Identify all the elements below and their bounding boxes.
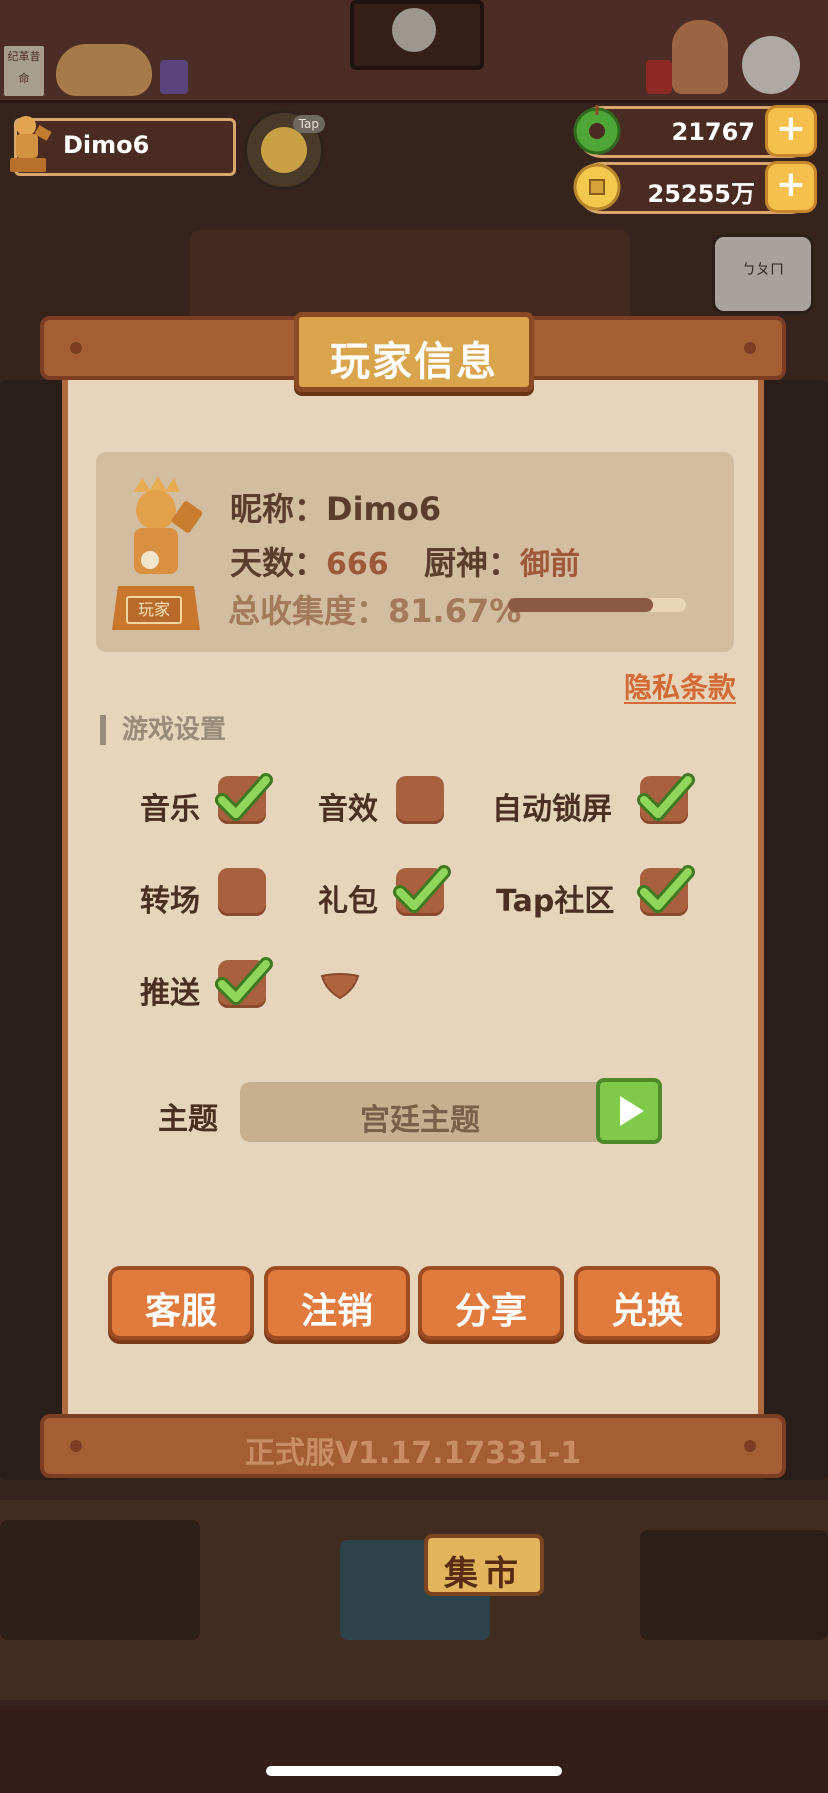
plus-icon: + [775,164,807,205]
coin-amount: 25255万 [647,180,756,208]
collection-row: 总收集度：81.67% [228,586,521,632]
play-arrow-icon [620,1096,644,1126]
collection-label: 总收集度： [228,592,389,630]
add-coin-button[interactable]: + [765,161,817,213]
jade-currency-bar: 21767 + [573,105,817,158]
collection-value: 81.67% [388,592,522,630]
collection-progress-bar [508,598,686,612]
jade-amount: 21767 [671,118,756,146]
theme-selector[interactable]: 宫廷主题 [240,1082,600,1142]
trophy-plaque-text: 玩家 [137,600,170,619]
expand-chevron-down-icon[interactable] [318,970,362,1006]
plus-icon: + [775,108,807,149]
nail-icon [70,342,82,354]
nickname-value: Dimo6 [326,490,442,528]
chef-label: 厨神： [424,544,521,582]
avatar [261,127,307,173]
theme-next-button[interactable] [596,1078,662,1144]
setting-label: 转场 [140,884,200,919]
logout-button[interactable]: 注销 [264,1266,410,1340]
nickname-label: 昵称： [230,490,327,528]
chef-rank-row: 厨神：御前 [424,538,580,584]
setting-checkbox[interactable] [218,868,266,916]
version-label: 正式服V1.17.17331-1 [244,1436,582,1471]
trophy-plaque: 玩家 [126,596,182,624]
setting-label: 音乐 [140,792,200,827]
check-icon [637,865,695,913]
coin-currency-bar: 25255万 + [573,161,817,214]
gold-coin-icon [573,163,621,211]
setting-checkbox[interactable] [215,773,273,824]
chef-value: 御前 [520,547,581,582]
redeem-label: 兑换 [610,1291,683,1332]
market-sign-label: 集市 [444,1554,524,1594]
check-icon [393,865,451,913]
setting-checkbox[interactable] [396,776,444,824]
check-icon [637,773,695,821]
setting-checkbox[interactable] [215,957,273,1008]
setting-label: 推送 [140,976,200,1011]
privacy-policy-link[interactable]: 隐私条款 [624,666,736,706]
dialog-title-plate: 玩家信息 [294,312,534,392]
add-jade-button[interactable]: + [765,105,817,157]
customer-service-label: 客服 [144,1291,217,1332]
theme-value: 宫廷主题 [360,1103,480,1138]
setting-label: 音效 [318,792,378,827]
check-icon [215,957,273,1005]
days-row: 天数：666 [230,538,389,584]
theme-label: 主题 [158,1102,218,1137]
jade-coin-icon [573,105,621,155]
collection-progress-fill [508,598,654,612]
check-icon [215,773,273,821]
setting-checkbox[interactable] [393,865,451,916]
market-sign[interactable]: 集市 [424,1534,544,1596]
days-value: 666 [326,547,389,582]
nail-icon [744,342,756,354]
customer-service-button[interactable]: 客服 [108,1266,254,1340]
logout-label: 注销 [300,1291,373,1332]
trophy-icon [10,116,52,172]
share-label: 分享 [454,1291,527,1332]
setting-label: Tap社区 [496,884,615,919]
player-name: Dimo6 [63,131,150,159]
nickname-row: 昵称：Dimo6 [230,484,441,530]
setting-label: 自动锁屏 [492,792,612,827]
tap-badge: Tap [292,115,325,133]
home-indicator[interactable] [266,1766,562,1776]
dialog-title: 玩家信息 [330,339,498,385]
setting-checkbox[interactable] [637,865,695,916]
settings-section-header: 游戏设置 [100,715,226,745]
tap-community-button[interactable]: Tap [244,110,325,190]
setting-checkbox[interactable] [637,773,695,824]
setting-label: 礼包 [318,884,378,919]
days-label: 天数： [230,544,327,582]
redeem-button[interactable]: 兑换 [574,1266,720,1340]
share-button[interactable]: 分享 [418,1266,564,1340]
